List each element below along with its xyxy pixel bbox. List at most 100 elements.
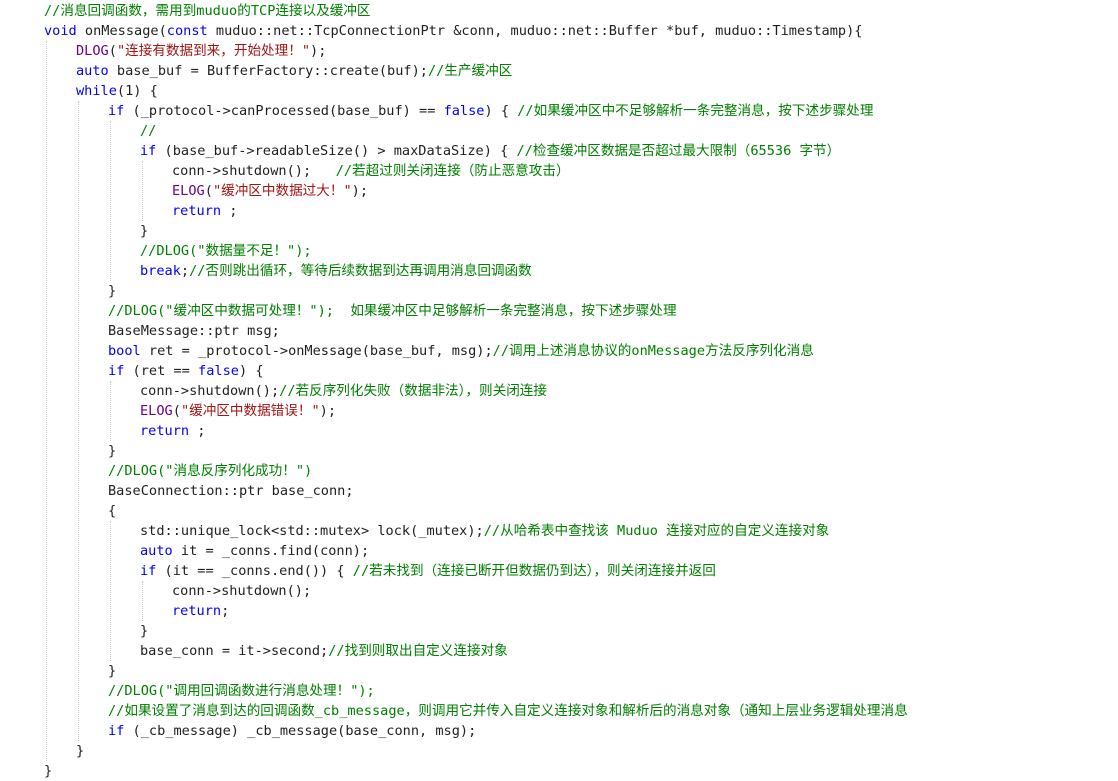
code-token-mac: ELOG	[172, 183, 205, 199]
code-token-plain: conn->shutdown();	[172, 163, 336, 179]
code-line[interactable]: }	[76, 741, 84, 761]
code-line[interactable]: if (ret == false) {	[108, 361, 264, 381]
code-token-plain: }	[140, 623, 149, 639]
code-token-plain: conn->shutdown();	[140, 383, 280, 399]
code-line[interactable]: conn->shutdown(); //若超过则关闭连接（防止恶意攻击）	[172, 161, 570, 181]
code-line[interactable]: }	[44, 761, 52, 781]
code-token-plain: }	[108, 443, 117, 459]
code-line[interactable]: return ;	[140, 421, 205, 441]
code-token-cmt: //如果设置了消息到达的回调函数_cb_message，则调用它并传入自定义连接…	[108, 703, 908, 719]
code-token-str: "缓冲区中数据错误！"	[180, 403, 320, 419]
code-token-plain: );	[310, 43, 327, 59]
code-line[interactable]: auto it = _conns.find(conn);	[140, 541, 369, 561]
code-line[interactable]: if (it == _conns.end()) { //若未找到（连接已断开但数…	[140, 561, 716, 581]
code-token-plain: conn->shutdown();	[172, 583, 312, 599]
code-line[interactable]: //消息回调函数，需用到muduo的TCP连接以及缓冲区	[44, 1, 371, 21]
code-line[interactable]: auto base_buf = BufferFactory::create(bu…	[76, 61, 512, 81]
code-line[interactable]: DLOG("连接有数据到来，开始处理！");	[76, 41, 326, 61]
code-line[interactable]: void onMessage(const muduo::net::TcpConn…	[44, 21, 862, 41]
code-line[interactable]: if (_cb_message) _cb_message(base_conn, …	[108, 721, 476, 741]
code-token-kw: bool	[108, 343, 141, 359]
code-line[interactable]: }	[108, 441, 116, 461]
code-line[interactable]: }	[108, 281, 116, 301]
indent-guide	[110, 121, 111, 281]
indent-guide	[110, 381, 111, 441]
code-token-kw: while	[76, 83, 117, 99]
code-line[interactable]: while(1) {	[76, 81, 158, 101]
code-line[interactable]: bool ret = _protocol->onMessage(base_buf…	[108, 341, 814, 361]
code-token-plain: onMessage(	[76, 23, 167, 39]
code-editor[interactable]: //消息回调函数，需用到muduo的TCP连接以及缓冲区 void onMessa…	[0, 0, 1118, 779]
code-token-plain: (	[108, 43, 117, 59]
code-token-cmt: //消息回调函数，需用到muduo的TCP连接以及缓冲区	[44, 3, 371, 19]
code-line[interactable]: base_conn = it->second;//找到则取出自定义连接对象	[140, 641, 508, 661]
code-line[interactable]: ELOG("缓冲区中数据错误！");	[140, 401, 336, 421]
code-token-cmt: //调用上述消息协议的onMessage方法反序列化消息	[492, 343, 814, 359]
code-line[interactable]: if (base_buf->readableSize() > maxDataSi…	[140, 141, 840, 161]
code-line[interactable]: conn->shutdown();//若反序列化失败（数据非法），则关闭连接	[140, 381, 547, 401]
code-token-plain: ;	[221, 603, 230, 619]
code-token-kw: const	[166, 23, 208, 39]
code-token-plain: ret = _protocol->onMessage(base_buf, msg…	[140, 343, 493, 359]
code-line[interactable]: return;	[172, 601, 229, 621]
code-token-mac: ELOG	[140, 403, 173, 419]
code-token-kw: if	[108, 723, 125, 739]
code-token-kw: return	[172, 603, 222, 619]
code-token-cmt: //	[140, 123, 157, 139]
code-token-plain: base_buf = BufferFactory::create(buf);	[108, 63, 428, 79]
code-token-plain: ;	[221, 203, 238, 219]
code-token-str: "连接有数据到来，开始处理！"	[116, 43, 311, 59]
code-token-plain: ;	[180, 263, 190, 279]
code-line[interactable]: }	[140, 221, 148, 241]
code-token-kw: if	[108, 363, 125, 379]
code-token-plain: }	[140, 223, 149, 239]
code-token-kw: if	[140, 563, 157, 579]
code-token-cmt: //若未找到（连接已断开但数据仍到达），则关闭连接并返回	[352, 563, 716, 579]
code-line[interactable]: //DLOG("缓冲区中数据可处理！"); 如果缓冲区中足够解析一条完整消息，按…	[108, 301, 677, 321]
code-line[interactable]: //DLOG("消息反序列化成功！")	[108, 461, 312, 481]
code-line[interactable]: conn->shutdown();	[172, 581, 311, 601]
code-token-plain: BaseConnection::ptr base_conn;	[108, 483, 354, 499]
code-line[interactable]: BaseMessage::ptr msg;	[108, 321, 280, 341]
code-token-cmt: //DLOG("调用回调函数进行消息处理！");	[108, 683, 375, 699]
code-token-plain: {	[108, 503, 117, 519]
code-line[interactable]: //DLOG("调用回调函数进行消息处理！");	[108, 681, 375, 701]
code-line[interactable]: //DLOG("数据量不足！");	[140, 241, 312, 261]
code-token-kw: if	[140, 143, 157, 159]
code-token-kw: break	[140, 263, 181, 279]
code-token-cmt: //检查缓冲区数据是否超过最大限制（65536 字节）	[516, 143, 841, 159]
code-token-kw: false	[443, 103, 485, 119]
code-token-cmt: //若反序列化失败（数据非法），则关闭连接	[279, 383, 547, 399]
code-line[interactable]: ELOG("缓冲区中数据过大！");	[172, 181, 368, 201]
code-line[interactable]: BaseConnection::ptr base_conn;	[108, 481, 354, 501]
code-token-plain: ) {	[484, 103, 518, 119]
code-token-plain: }	[76, 743, 85, 759]
code-token-plain: (it == _conns.end()) {	[156, 563, 353, 579]
code-token-cmt: //生产缓冲区	[427, 63, 513, 79]
code-line[interactable]: //	[140, 121, 156, 141]
code-token-kw: return	[172, 203, 222, 219]
code-line[interactable]: return ;	[172, 201, 237, 221]
code-token-cmt: //DLOG("缓冲区中数据可处理！"); 如果缓冲区中足够解析一条完整消息，按…	[108, 303, 677, 319]
indent-guide	[46, 41, 47, 761]
code-line[interactable]: {	[108, 501, 116, 521]
code-token-kw: return	[140, 423, 190, 439]
code-line[interactable]: }	[140, 621, 148, 641]
code-token-cmt: //DLOG("数据量不足！");	[140, 243, 312, 259]
code-line[interactable]: }	[108, 661, 116, 681]
code-token-plain: }	[108, 663, 117, 679]
code-token-plain: (	[172, 403, 181, 419]
indent-guide	[142, 581, 143, 621]
code-line[interactable]: //如果设置了消息到达的回调函数_cb_message，则调用它并传入自定义连接…	[108, 701, 908, 721]
indent-guide	[78, 101, 79, 741]
code-token-plain: );	[351, 183, 369, 199]
code-token-cmt: //否则跳出循环，等待后续数据到达再调用消息回调函数	[189, 263, 532, 279]
code-line[interactable]: if (_protocol->canProcessed(base_buf) ==…	[108, 101, 873, 121]
code-token-plain: base_conn = it->second;	[140, 643, 329, 659]
code-token-plain: ) {	[238, 363, 264, 379]
code-token-plain: (ret ==	[124, 363, 199, 379]
code-token-plain: (_cb_message) _cb_message(base_conn, msg…	[124, 723, 477, 739]
code-line[interactable]: break;//否则跳出循环，等待后续数据到达再调用消息回调函数	[140, 261, 532, 281]
code-line[interactable]: std::unique_lock<std::mutex> lock(_mutex…	[140, 521, 829, 541]
code-token-plain: (base_buf->readableSize() > maxDataSize)…	[156, 143, 517, 159]
